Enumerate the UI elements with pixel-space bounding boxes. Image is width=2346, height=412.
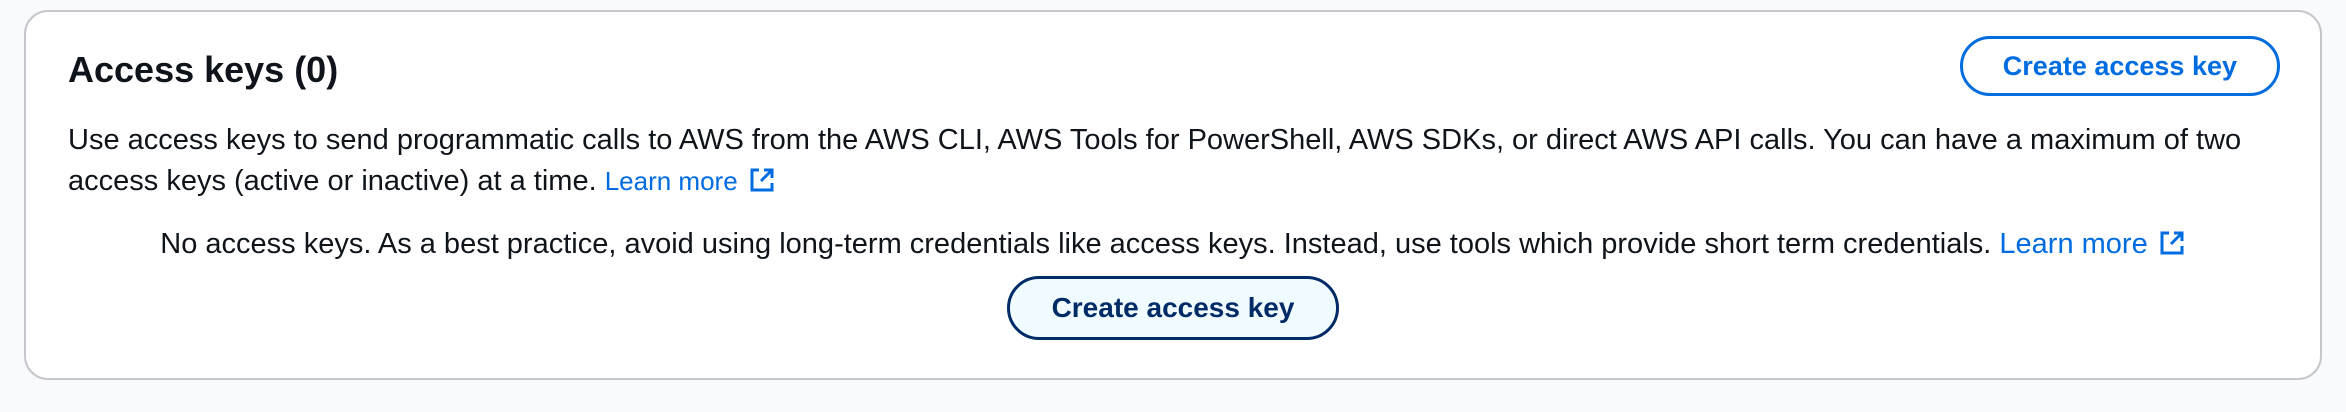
- access-keys-panel: Access keys (0) Create access key Use ac…: [24, 10, 2322, 380]
- panel-description: Use access keys to send programmatic cal…: [68, 120, 2288, 202]
- learn-more-label: Learn more: [604, 166, 738, 196]
- empty-state-text: No access keys. As a best practice, avoi…: [160, 228, 1992, 260]
- empty-state-message: No access keys. As a best practice, avoi…: [26, 222, 2320, 266]
- external-link-icon: [750, 168, 774, 192]
- empty-state-learn-more-link[interactable]: Learn more: [1999, 228, 2185, 260]
- panel-header: Access keys (0): [68, 46, 2280, 94]
- description-text: Use access keys to send programmatic cal…: [68, 124, 2242, 197]
- empty-state-create-access-key-button[interactable]: Create access key: [1006, 276, 1340, 340]
- panel-title: Access keys (0): [68, 49, 339, 90]
- empty-state-learn-more-label: Learn more: [1999, 228, 2148, 260]
- create-access-key-button[interactable]: Create access key: [1959, 36, 2280, 96]
- learn-more-link[interactable]: Learn more: [605, 166, 776, 196]
- empty-state-actions: Create access key: [26, 276, 2320, 340]
- external-link-icon: [2160, 231, 2184, 255]
